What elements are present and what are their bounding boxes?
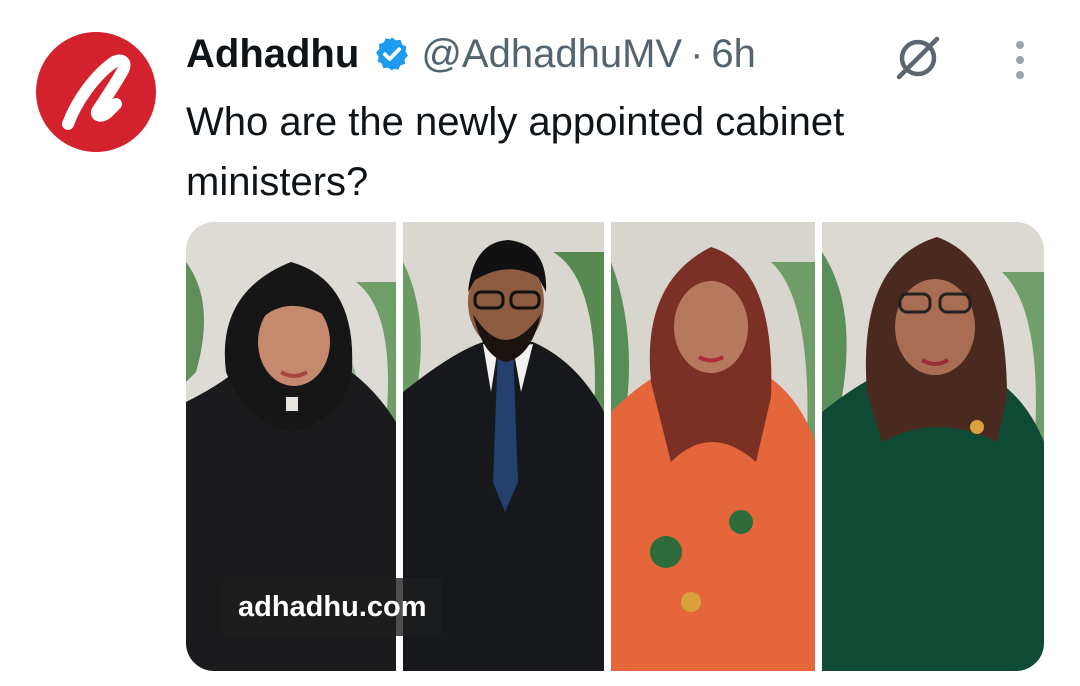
verified-badge-icon bbox=[373, 35, 411, 73]
tweet-timestamp[interactable]: 6h bbox=[711, 32, 756, 77]
tweet-header: Adhadhu @AdhadhuMV · 6h bbox=[186, 26, 756, 82]
avatar[interactable] bbox=[36, 32, 156, 152]
grok-icon bbox=[896, 36, 940, 80]
media-watermark: adhadhu.com bbox=[222, 578, 443, 636]
adhadhu-logo-icon bbox=[62, 54, 131, 130]
separator-dot: · bbox=[690, 31, 704, 76]
author-name[interactable]: Adhadhu bbox=[186, 32, 359, 77]
photo-minister-3[interactable] bbox=[611, 222, 815, 671]
grok-button[interactable] bbox=[890, 30, 946, 86]
author-handle[interactable]: @AdhadhuMV bbox=[421, 32, 682, 77]
tweet-text: Who are the newly appointed cabinet mini… bbox=[186, 100, 845, 204]
more-dots-icon bbox=[1016, 41, 1024, 49]
more-options-button[interactable] bbox=[1000, 32, 1040, 88]
photo-minister-4[interactable] bbox=[822, 222, 1044, 671]
